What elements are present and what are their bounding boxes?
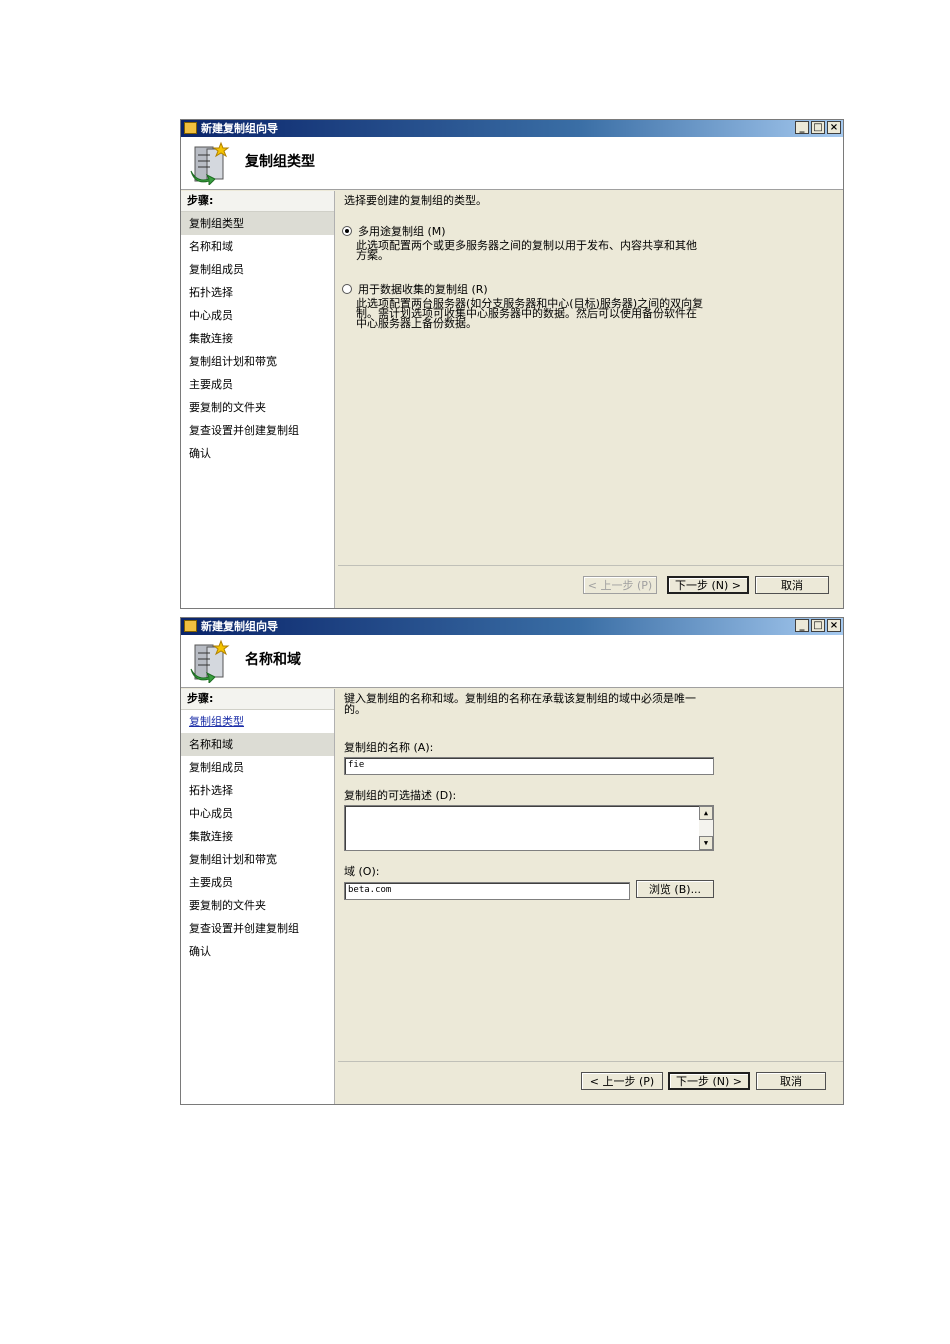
back-button[interactable]: < 上一步 (P) — [581, 1072, 663, 1090]
step-item: 复查设置并创建复制组 — [189, 922, 299, 935]
step-item: 主要成员 — [189, 378, 233, 391]
step-item: 主要成员 — [189, 876, 233, 889]
replication-server-icon — [190, 141, 230, 185]
data-collection-radio-label[interactable]: 用于数据收集的复制组 (R) — [358, 281, 488, 297]
description-label: 复制组的可选描述 (D): — [344, 789, 457, 802]
step-item: 要复制的文件夹 — [189, 899, 266, 912]
step-item-link[interactable]: 复制组类型 — [181, 710, 334, 733]
domain-input[interactable]: beta.com — [344, 882, 630, 900]
steps-heading: 步骤: — [181, 689, 334, 710]
page-title: 复制组类型 — [245, 154, 315, 170]
maximize-button[interactable]: □ — [811, 121, 825, 134]
step-item: 中心成员 — [189, 309, 233, 322]
multipurpose-description: 此选项配置两个或更多服务器之间的复制以用于发布、内容共享和其他方案。 — [356, 239, 697, 262]
next-button[interactable]: 下一步 (N) > — [668, 1072, 750, 1090]
back-button[interactable]: < 上一步 (P) — [583, 576, 657, 594]
group-name-input[interactable]: fie — [344, 757, 714, 775]
step-item: 要复制的文件夹 — [189, 401, 266, 414]
wizard-window-name-domain: 新建复制组向导 _ □ × 名称和域 步骤: 复制组类型 名称和域 复制组成员 … — [180, 617, 844, 1105]
instruction-text: 选择要创建的复制组的类型。 — [344, 194, 487, 207]
title-bar[interactable]: 新建复制组向导 _ □ × — [181, 120, 843, 137]
close-button[interactable]: × — [827, 121, 841, 134]
content-pane: 键入复制组的名称和域。复制组的名称在承载该复制组的域中必须是唯一的。 复制组的名… — [338, 689, 843, 1062]
next-button[interactable]: 下一步 (N) > — [667, 576, 749, 594]
maximize-button[interactable]: □ — [811, 619, 825, 632]
description-scrollbar[interactable]: ▲ ▼ — [699, 806, 713, 850]
window-title: 新建复制组向导 — [201, 620, 278, 633]
cancel-button[interactable]: 取消 — [755, 576, 829, 594]
description-input[interactable]: ▲ ▼ — [344, 805, 714, 851]
data-collection-radio[interactable] — [342, 284, 352, 294]
step-item: 复制组计划和带宽 — [189, 355, 277, 368]
step-item: 中心成员 — [189, 807, 233, 820]
step-item: 复查设置并创建复制组 — [189, 424, 299, 437]
wizard-window-replication-type: 新建复制组向导 _ □ × 复制组类型 步骤: 复制组类型 名称和域 复制组成员… — [180, 119, 844, 609]
data-collection-description: 此选项配置两台服务器(如分支服务器和中心(目标)服务器)之间的双向复制。需计划选… — [356, 297, 704, 330]
button-bar: < 上一步 (P) 下一步 (N) > 取消 — [338, 1061, 843, 1104]
step-item-current: 名称和域 — [181, 733, 334, 756]
domain-label: 域 (O): — [344, 865, 380, 878]
page-title: 名称和域 — [245, 652, 301, 668]
wizard-header: 复制组类型 — [181, 137, 843, 190]
step-item-current: 复制组类型 — [181, 212, 334, 235]
close-button[interactable]: × — [827, 619, 841, 632]
minimize-button[interactable]: _ — [795, 619, 809, 632]
scroll-up-arrow-icon[interactable]: ▲ — [699, 806, 713, 820]
group-name-label: 复制组的名称 (A): — [344, 741, 434, 754]
cancel-button[interactable]: 取消 — [756, 1072, 826, 1090]
steps-heading: 步骤: — [181, 191, 334, 212]
step-item: 复制组成员 — [189, 761, 244, 774]
scroll-down-arrow-icon[interactable]: ▼ — [699, 836, 713, 850]
instruction-text: 键入复制组的名称和域。复制组的名称在承载该复制组的域中必须是唯一的。 — [344, 692, 696, 716]
multipurpose-radio-label[interactable]: 多用途复制组 (M) — [358, 223, 446, 239]
browse-button[interactable]: 浏览 (B)... — [636, 880, 714, 898]
step-item: 确认 — [189, 945, 211, 958]
multipurpose-option[interactable]: 多用途复制组 (M) — [342, 223, 446, 239]
button-bar: < 上一步 (P) 下一步 (N) > 取消 — [338, 565, 843, 608]
step-item: 复制组计划和带宽 — [189, 853, 277, 866]
content-pane: 选择要创建的复制组的类型。 多用途复制组 (M) 此选项配置两个或更多服务器之间… — [338, 191, 843, 566]
data-collection-option[interactable]: 用于数据收集的复制组 (R) — [342, 281, 488, 297]
step-item: 复制组成员 — [189, 263, 244, 276]
multipurpose-radio[interactable] — [342, 226, 352, 236]
step-item: 确认 — [189, 447, 211, 460]
title-bar[interactable]: 新建复制组向导 _ □ × — [181, 618, 843, 635]
wizard-app-icon — [184, 620, 197, 632]
wizard-app-icon — [184, 122, 197, 134]
window-title: 新建复制组向导 — [201, 122, 278, 135]
minimize-button[interactable]: _ — [795, 121, 809, 134]
step-item: 拓扑选择 — [189, 784, 233, 797]
replication-server-icon — [190, 639, 230, 683]
steps-pane: 步骤: 复制组类型 名称和域 复制组成员 拓扑选择 中心成员 集散连接 复制组计… — [181, 191, 335, 608]
step-item: 集散连接 — [189, 830, 233, 843]
wizard-header: 名称和域 — [181, 635, 843, 688]
steps-pane: 步骤: 复制组类型 名称和域 复制组成员 拓扑选择 中心成员 集散连接 复制组计… — [181, 689, 335, 1104]
step-item: 名称和域 — [189, 240, 233, 253]
step-item: 拓扑选择 — [189, 286, 233, 299]
step-item: 集散连接 — [189, 332, 233, 345]
